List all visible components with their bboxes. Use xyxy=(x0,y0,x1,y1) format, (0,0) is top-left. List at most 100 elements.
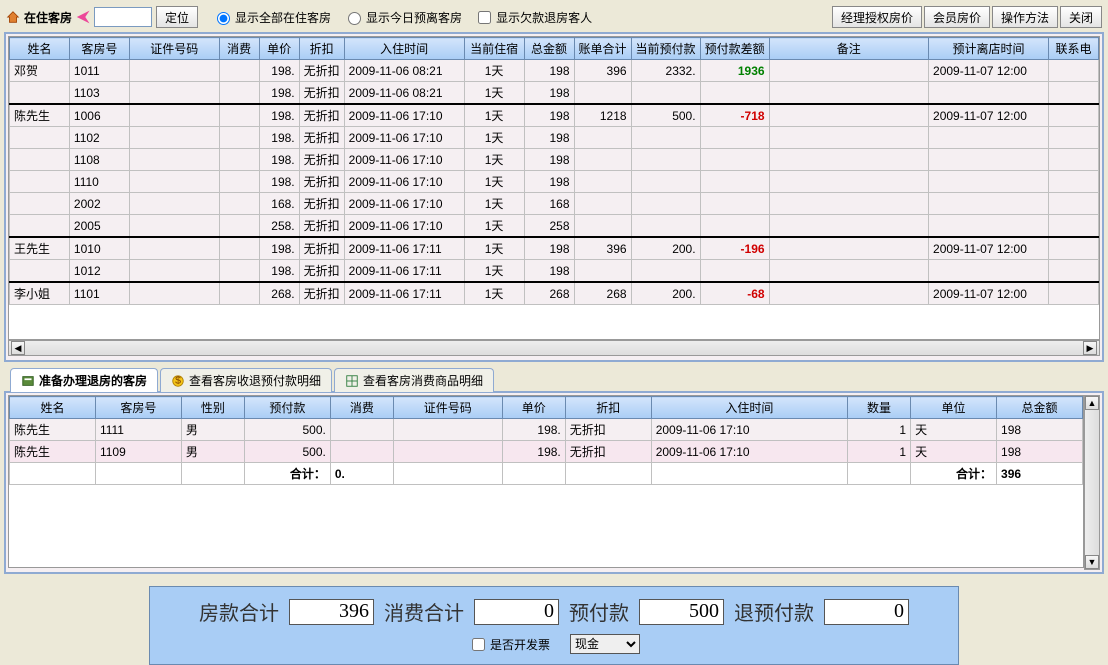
col-header[interactable]: 折扣 xyxy=(299,38,344,60)
prepay-input[interactable] xyxy=(639,599,724,625)
col-header[interactable]: 入住时间 xyxy=(344,38,464,60)
close-button[interactable]: 关闭 xyxy=(1060,6,1102,28)
table-cell: 1 xyxy=(848,419,911,441)
table-cell xyxy=(1048,171,1098,193)
col-header[interactable]: 总金额 xyxy=(524,38,574,60)
col-header[interactable]: 姓名 xyxy=(10,38,70,60)
radio-show-today[interactable]: 显示今日预离客房 xyxy=(343,9,462,26)
col-header[interactable]: 数量 xyxy=(848,397,911,419)
table-cell: 2002 xyxy=(69,193,129,215)
consume-label: 消费合计 xyxy=(384,597,464,626)
table-row[interactable]: 2002168.无折扣2009-11-06 17:101天168 xyxy=(10,193,1099,215)
h-scrollbar[interactable]: ◀ ▶ xyxy=(8,340,1100,356)
col-header[interactable]: 消费 xyxy=(219,38,259,60)
table-row[interactable]: 王先生1010198.无折扣2009-11-06 17:111天19839620… xyxy=(10,237,1099,260)
scroll-right-icon[interactable]: ▶ xyxy=(1083,341,1097,355)
table-row[interactable]: 陈先生1109男500.198.无折扣2009-11-06 17:101天198 xyxy=(10,441,1083,463)
col-header[interactable]: 当前预付款 xyxy=(631,38,700,60)
col-header[interactable]: 备注 xyxy=(769,38,928,60)
table-cell: 陈先生 xyxy=(10,104,70,127)
table-cell: 1 xyxy=(848,441,911,463)
col-header[interactable]: 单价 xyxy=(502,397,565,419)
table-cell: 李小姐 xyxy=(10,282,70,305)
scroll-left-icon[interactable]: ◀ xyxy=(11,341,25,355)
mgr-auth-button[interactable]: 经理授权房价 xyxy=(832,6,922,28)
member-price-button[interactable]: 会员房价 xyxy=(924,6,990,28)
table-cell: 500. xyxy=(244,441,330,463)
locate-button[interactable]: 定位 xyxy=(156,6,198,28)
col-header[interactable]: 账单合计 xyxy=(574,38,631,60)
table-cell xyxy=(929,149,1049,171)
occupied-rooms-table-wrap[interactable]: 姓名客房号证件号码消费单价折扣入住时间当前住宿总金额账单合计当前预付款预付款差额… xyxy=(8,36,1100,340)
table-cell xyxy=(1048,127,1098,149)
table-cell xyxy=(700,82,769,105)
col-header[interactable]: 单位 xyxy=(911,397,997,419)
col-header[interactable]: 消费 xyxy=(330,397,393,419)
table-row[interactable]: 1110198.无折扣2009-11-06 17:101天198 xyxy=(10,171,1099,193)
table-cell: 无折扣 xyxy=(299,127,344,149)
checkout-rooms-table-wrap[interactable]: 姓名客房号性别预付款消费证件号码单价折扣入住时间数量单位总金额 陈先生1111男… xyxy=(8,395,1084,568)
table-cell: 无折扣 xyxy=(299,82,344,105)
invoice-checkbox[interactable]: 是否开发票 xyxy=(468,635,550,654)
tab-consume-detail[interactable]: 查看客房消费商品明细 xyxy=(334,368,494,392)
table-row[interactable]: 邓贺1011198.无折扣2009-11-06 08:211天198396233… xyxy=(10,60,1099,82)
table-cell xyxy=(769,193,928,215)
table-row[interactable]: 1108198.无折扣2009-11-06 17:101天198 xyxy=(10,149,1099,171)
room-fee-input[interactable] xyxy=(289,599,374,625)
radio-show-all[interactable]: 显示全部在住客房 xyxy=(212,9,331,26)
table-cell: 2005 xyxy=(69,215,129,238)
table-cell: 无折扣 xyxy=(299,282,344,305)
check-show-debt[interactable]: 显示欠款退房客人 xyxy=(474,8,592,27)
table-cell xyxy=(769,282,928,305)
col-header[interactable]: 预付款差额 xyxy=(700,38,769,60)
table-cell xyxy=(700,127,769,149)
table-cell xyxy=(10,463,96,485)
table-cell: 168. xyxy=(259,193,299,215)
col-header[interactable]: 证件号码 xyxy=(393,397,502,419)
tab-prepay-detail[interactable]: $ 查看客房收退预付款明细 xyxy=(160,368,332,392)
col-header[interactable]: 姓名 xyxy=(10,397,96,419)
money-icon: $ xyxy=(171,374,185,388)
refund-input[interactable] xyxy=(824,599,909,625)
table-cell: 500. xyxy=(244,419,330,441)
scroll-down-icon[interactable]: ▼ xyxy=(1085,555,1099,569)
table-row[interactable]: 1012198.无折扣2009-11-06 17:111天198 xyxy=(10,260,1099,283)
col-header[interactable]: 预付款 xyxy=(244,397,330,419)
help-button[interactable]: 操作方法 xyxy=(992,6,1058,28)
table-cell: 1天 xyxy=(464,260,524,283)
col-header[interactable]: 证件号码 xyxy=(129,38,219,60)
table-cell: 268 xyxy=(574,282,631,305)
col-header[interactable]: 入住时间 xyxy=(651,397,847,419)
consume-input[interactable] xyxy=(474,599,559,625)
table-cell: 无折扣 xyxy=(299,260,344,283)
col-header[interactable]: 联系电 xyxy=(1048,38,1098,60)
table-row[interactable]: 李小姐1101268.无折扣2009-11-06 17:111天26826820… xyxy=(10,282,1099,305)
table-cell: 1天 xyxy=(464,127,524,149)
table-cell: 陈先生 xyxy=(10,419,96,441)
col-header[interactable]: 客房号 xyxy=(69,38,129,60)
tab-checkout-rooms[interactable]: 准备办理退房的客房 xyxy=(10,368,158,392)
table-row[interactable]: 陈先生1111男500.198.无折扣2009-11-06 17:101天198 xyxy=(10,419,1083,441)
col-header[interactable]: 折扣 xyxy=(565,397,651,419)
table-cell: 198 xyxy=(524,104,574,127)
table-row[interactable]: 1102198.无折扣2009-11-06 17:101天198 xyxy=(10,127,1099,149)
col-header[interactable]: 总金额 xyxy=(997,397,1083,419)
col-header[interactable]: 客房号 xyxy=(95,397,181,419)
scroll-up-icon[interactable]: ▲ xyxy=(1085,396,1099,410)
table-cell: 1936 xyxy=(700,60,769,82)
col-header[interactable]: 预计离店时间 xyxy=(929,38,1049,60)
table-cell xyxy=(574,149,631,171)
col-header[interactable]: 性别 xyxy=(181,397,244,419)
table-cell: 198. xyxy=(502,441,565,463)
col-header[interactable]: 当前住宿 xyxy=(464,38,524,60)
payment-select[interactable]: 现金 xyxy=(570,634,640,654)
table-cell xyxy=(10,149,70,171)
table-row[interactable]: 1103198.无折扣2009-11-06 08:211天198 xyxy=(10,82,1099,105)
locate-input[interactable] xyxy=(94,7,152,27)
col-header[interactable]: 单价 xyxy=(259,38,299,60)
v-scrollbar[interactable]: ▲ ▼ xyxy=(1084,395,1100,570)
table-cell: 1010 xyxy=(69,237,129,260)
table-row[interactable]: 陈先生1006198.无折扣2009-11-06 17:101天19812185… xyxy=(10,104,1099,127)
table-cell: 198. xyxy=(259,60,299,82)
table-row[interactable]: 2005258.无折扣2009-11-06 17:101天258 xyxy=(10,215,1099,238)
